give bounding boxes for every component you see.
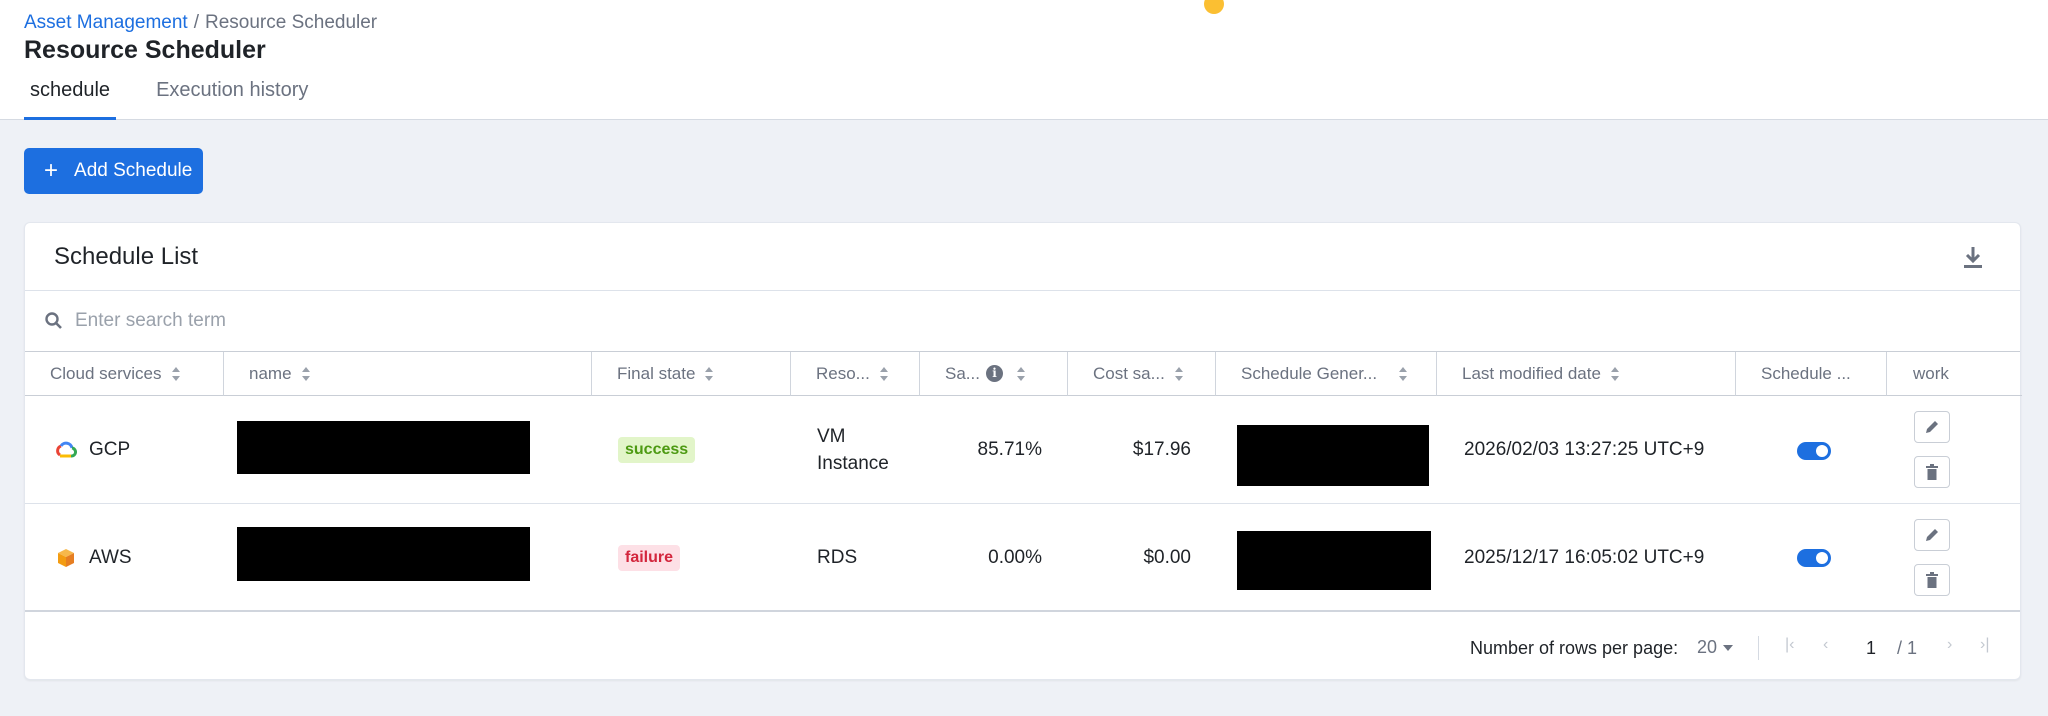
cloud-service-cell: GCP: [55, 396, 130, 504]
cloud-service-label: AWS: [89, 547, 132, 568]
resource-cell: RDS: [817, 547, 858, 568]
sort-icon[interactable]: [1174, 366, 1183, 381]
add-schedule-button[interactable]: + Add Schedule: [24, 148, 203, 194]
rows-per-page-label: Number of rows per page:: [1470, 638, 1679, 658]
cost-savings-cell: $0.00: [1143, 547, 1191, 568]
resource-cell: VM Instance: [817, 396, 889, 504]
column-label: Reso...: [816, 363, 870, 383]
page-header: Asset Management / Resource Scheduler Reso…: [0, 0, 2048, 120]
current-page[interactable]: 1: [1866, 638, 1876, 659]
column-label: Cost sa...: [1093, 363, 1165, 383]
redacted-name: [237, 527, 530, 581]
card-title: Schedule List: [54, 243, 199, 270]
status-badge: success: [618, 437, 696, 463]
pagination: Number of rows per page: 20 |‹ ‹ 1 / 1 ›…: [25, 614, 2020, 681]
breadcrumb: Asset Management / Resource Scheduler: [24, 12, 377, 34]
last-modified-cell: 2025/12/17 16:05:02 UTC+9: [1464, 547, 1705, 568]
rows-per-page-select[interactable]: 20: [1697, 637, 1734, 658]
final-state-cell: success: [618, 396, 696, 504]
previous-page-icon[interactable]: ‹: [1823, 636, 1828, 654]
tab-schedule[interactable]: schedule: [24, 76, 117, 120]
trash-icon: [1926, 572, 1938, 588]
status-badge: failure: [618, 545, 681, 571]
page-title: Resource Scheduler: [24, 36, 266, 64]
sort-icon[interactable]: [1610, 366, 1619, 381]
edit-button[interactable]: [1914, 411, 1950, 443]
column-header-cloud-services[interactable]: Cloud services: [25, 352, 224, 396]
sort-icon[interactable]: [879, 366, 888, 381]
column-label: Final state: [617, 363, 696, 383]
search-icon: [45, 312, 62, 329]
column-header-last-modified[interactable]: Last modified date: [1437, 352, 1736, 396]
search-input[interactable]: [75, 305, 675, 337]
delete-button[interactable]: [1914, 564, 1950, 596]
column-header-work: work: [1887, 352, 2022, 396]
breadcrumb-separator: /: [193, 12, 199, 33]
column-label: Sa...: [945, 363, 980, 383]
toggle-knob: [1816, 445, 1828, 457]
column-header-savings-rate[interactable]: Sa... i: [920, 352, 1068, 396]
gcp-cloud-icon: [56, 441, 77, 458]
redacted-name: [237, 421, 530, 474]
tab-execution-history[interactable]: Execution history: [150, 76, 314, 120]
column-label: Schedule ...: [1761, 363, 1851, 383]
sort-icon[interactable]: [1016, 366, 1025, 381]
toggle-knob: [1816, 552, 1828, 564]
add-schedule-label: Add Schedule: [74, 160, 193, 181]
search-bar: [25, 290, 2020, 352]
column-header-schedule-generator[interactable]: Schedule Gener...: [1216, 352, 1437, 396]
tab-bar: schedule Execution history: [24, 76, 348, 120]
first-page-icon[interactable]: |‹: [1785, 636, 1794, 654]
column-header-schedule-status: Schedule ...: [1736, 352, 1887, 396]
delete-button[interactable]: [1914, 456, 1950, 488]
sort-icon[interactable]: [301, 366, 310, 381]
sort-icon[interactable]: [705, 366, 714, 381]
trash-icon: [1926, 464, 1938, 480]
pencil-icon: [1926, 421, 1938, 433]
cost-savings-cell: $17.96: [1132, 439, 1191, 460]
resource-type-line1: VM: [817, 426, 846, 447]
pagination-divider: [1758, 636, 1759, 660]
table-row: AWS failure RDS 0.00% $0.00 2025/12/17 1…: [25, 504, 2020, 612]
column-header-final-state[interactable]: Final state: [592, 352, 791, 396]
pencil-icon: [1926, 529, 1938, 541]
schedule-toggle[interactable]: [1797, 549, 1831, 567]
sort-icon[interactable]: [171, 366, 180, 381]
column-label: name: [249, 363, 292, 383]
last-modified-cell: 2026/02/03 13:27:25 UTC+9: [1464, 439, 1705, 460]
final-state-cell: failure: [618, 504, 681, 612]
column-header-resource[interactable]: Reso...: [791, 352, 920, 396]
resource-type-line2: Instance: [817, 453, 889, 474]
next-page-icon[interactable]: ›: [1947, 636, 1952, 654]
savings-rate-cell: 0.00%: [988, 547, 1042, 568]
info-icon[interactable]: i: [985, 365, 1003, 382]
chevron-down-icon: [1723, 644, 1734, 651]
breadcrumb-link-asset-management[interactable]: Asset Management: [24, 12, 188, 33]
last-page-icon[interactable]: ›|: [1980, 636, 1989, 654]
column-label: Last modified date: [1462, 363, 1601, 383]
schedule-list-card: Schedule List Cloud services name Final …: [24, 222, 2022, 681]
aws-cube-icon: [58, 549, 74, 567]
redacted-schedule-generator: [1237, 531, 1431, 590]
plus-icon: +: [44, 157, 59, 184]
table-row: GCP success VM Instance 85.71% $17.96 20…: [25, 396, 2020, 504]
redacted-schedule-generator: [1237, 425, 1429, 486]
savings-rate-cell: 85.71%: [977, 439, 1042, 460]
column-label: Schedule Gener...: [1241, 363, 1378, 383]
breadcrumb-current: Resource Scheduler: [204, 12, 378, 33]
cloud-service-cell: AWS: [55, 504, 132, 612]
schedule-toggle[interactable]: [1797, 442, 1831, 460]
column-label: Cloud services: [50, 363, 162, 383]
download-icon[interactable]: [1962, 245, 1984, 271]
sort-icon[interactable]: [1399, 366, 1408, 381]
total-pages: / 1: [1897, 638, 1918, 658]
column-header-name[interactable]: name: [224, 352, 592, 396]
cloud-service-label: GCP: [89, 439, 131, 460]
column-label: work: [1913, 363, 1949, 383]
notification-dot: [1204, 0, 1224, 14]
rows-per-page-value: 20: [1697, 637, 1718, 657]
edit-button[interactable]: [1914, 519, 1950, 551]
column-header-cost-savings[interactable]: Cost sa...: [1068, 352, 1216, 396]
